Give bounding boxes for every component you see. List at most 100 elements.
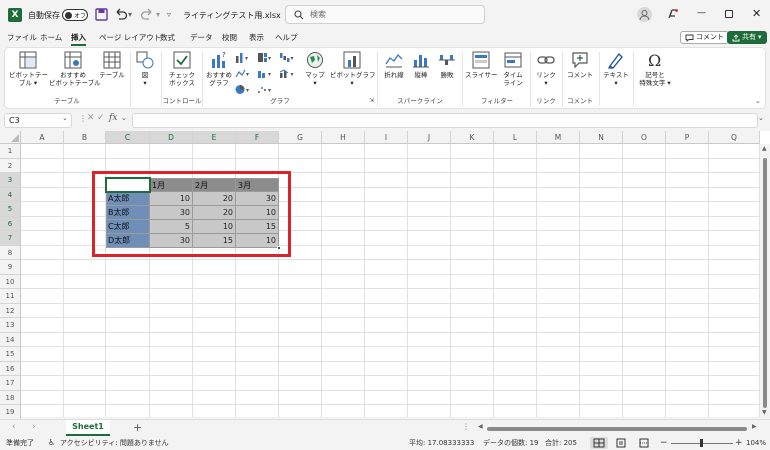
column-header[interactable]: I	[365, 131, 408, 144]
column-header[interactable]: J	[408, 131, 451, 144]
scroll-down-icon[interactable]: ▼	[762, 409, 767, 416]
menu-insert[interactable]: 挿入	[71, 30, 86, 46]
scroll-up-icon[interactable]: ▲	[762, 145, 767, 152]
menu-formulas[interactable]: 数式	[160, 30, 175, 46]
row-header[interactable]: 6	[0, 216, 21, 231]
avatar[interactable]	[637, 7, 652, 22]
menu-data[interactable]: データ	[190, 30, 213, 46]
accessibility-status[interactable]: アクセシビリティ: 問題ありません	[60, 436, 169, 450]
column-header[interactable]: G	[279, 131, 322, 144]
pivot-table-button[interactable]: ピボットテー ブル ▾	[9, 51, 48, 87]
timeline-button[interactable]: タイム ライン	[499, 51, 527, 87]
sparkline-column-button[interactable]: 縦棒	[409, 51, 433, 79]
row-header[interactable]: 14	[0, 332, 21, 347]
recommended-chart-button[interactable]: ? おすすめ グラフ	[204, 51, 234, 87]
comments-button[interactable]: コメント	[680, 31, 729, 44]
expand-formula-icon[interactable]: ⌄	[758, 114, 764, 122]
redo-icon[interactable]	[140, 8, 154, 21]
prev-sheet-icon[interactable]: ‹	[12, 422, 16, 432]
column-header[interactable]: M	[537, 131, 580, 144]
charts-dialog-launcher-icon[interactable]: ⇲	[369, 97, 374, 104]
row-header[interactable]: 17	[0, 376, 21, 391]
statistic-chart-icon[interactable]: ▾	[257, 68, 273, 79]
menu-home[interactable]: ホーム	[40, 30, 62, 46]
menu-help[interactable]: ヘルプ	[275, 30, 298, 46]
menu-review[interactable]: 校閲	[222, 30, 237, 46]
slicer-button[interactable]: スライサー	[465, 51, 498, 79]
line-chart-icon[interactable]: ▾	[235, 68, 251, 79]
row-header[interactable]: 7	[0, 231, 21, 246]
page-layout-view-icon[interactable]	[615, 437, 627, 449]
illustrations-button[interactable]: 図 ▾	[133, 51, 157, 87]
map-button[interactable]: マップ ▾	[301, 51, 329, 87]
row-header[interactable]: 15	[0, 347, 21, 362]
pie-chart-icon[interactable]: ▾	[235, 84, 251, 95]
close-icon[interactable]: ✕	[752, 7, 761, 20]
collapse-ribbon-icon[interactable]: ⌄	[755, 97, 761, 105]
count-value[interactable]: データの個数: 19	[483, 436, 539, 450]
normal-view-icon[interactable]	[590, 437, 608, 449]
link-button[interactable]: リンク ▾	[532, 51, 560, 87]
select-all-corner[interactable]	[0, 131, 21, 144]
waterfall-chart-icon[interactable]: ▾	[279, 52, 295, 63]
filename[interactable]: ライティングテスト用.xlsx	[183, 10, 281, 21]
formula-input[interactable]	[132, 113, 758, 128]
row-header[interactable]: 10	[0, 274, 21, 289]
more-options-icon[interactable]: ⋮	[79, 114, 87, 123]
add-sheet-button[interactable]: +	[133, 421, 142, 434]
worksheet-grid[interactable]: ABCDEFGHIJKLMNOPQ 1 2 3 4 5 6 7 8 9 10 11 12 13 14 15 1…	[0, 131, 770, 420]
search-input[interactable]: 検索	[285, 5, 485, 24]
scroll-right-icon[interactable]: ▶	[752, 423, 757, 430]
scroll-left-icon[interactable]: ◀	[478, 423, 483, 430]
zoom-level[interactable]: 104%	[746, 436, 766, 450]
zoom-slider-thumb[interactable]	[700, 439, 703, 447]
column-header[interactable]: N	[580, 131, 623, 144]
sheet-tab-sheet1[interactable]: Sheet1	[66, 420, 110, 436]
sparkline-winloss-button[interactable]: 勝敗	[435, 51, 459, 79]
filename-chevron-icon[interactable]: ⌄	[257, 10, 264, 19]
hierarchy-chart-icon[interactable]: ▾	[257, 52, 273, 63]
row-header[interactable]: 4	[0, 187, 21, 202]
menu-file[interactable]: ファイル	[7, 30, 37, 46]
column-header[interactable]: H	[322, 131, 365, 144]
row-header[interactable]: 18	[0, 390, 21, 405]
menu-page-layout[interactable]: ページ レイアウト	[99, 30, 161, 46]
vertical-scroll-thumb[interactable]	[763, 158, 767, 408]
column-header[interactable]: A	[21, 131, 64, 144]
column-header[interactable]: Q	[709, 131, 760, 144]
accessibility-icon[interactable]: ♿	[48, 436, 55, 450]
row-header[interactable]: 9	[0, 260, 21, 275]
next-sheet-icon[interactable]: ›	[32, 422, 36, 432]
column-chart-icon[interactable]: ▾	[235, 52, 251, 63]
row-header[interactable]: 19	[0, 405, 21, 420]
restore-icon[interactable]	[725, 10, 733, 18]
text-button[interactable]: テキスト ▾	[601, 51, 631, 87]
undo-icon[interactable]	[114, 8, 128, 21]
column-header[interactable]: O	[623, 131, 666, 144]
row-header[interactable]: 3	[0, 173, 21, 188]
scatter-chart-icon[interactable]: ▾	[257, 84, 273, 95]
column-header[interactable]: F	[236, 131, 279, 144]
share-button[interactable]: 共有 ▾	[727, 31, 767, 44]
column-header[interactable]: L	[494, 131, 537, 144]
save-icon[interactable]	[95, 8, 108, 21]
name-box-chevron-icon[interactable]: ⌄	[62, 114, 68, 122]
horizontal-scroll-thumb[interactable]	[487, 427, 747, 431]
row-header[interactable]: 11	[0, 289, 21, 304]
pivot-chart-button[interactable]: ピボットグラフ ▾	[330, 51, 376, 87]
column-header[interactable]: C	[106, 131, 150, 144]
row-header[interactable]: 2	[0, 158, 21, 173]
customize-toolbar-icon[interactable]: ▿	[167, 10, 171, 19]
sum-value[interactable]: 合計: 205	[545, 436, 577, 450]
symbol-button[interactable]: Ω 記号と 特殊文字 ▾	[635, 51, 675, 87]
minimize-icon[interactable]: —	[697, 8, 706, 18]
row-header[interactable]: 16	[0, 361, 21, 376]
checkbox-button[interactable]: チェック ボックス	[165, 51, 199, 87]
tab-split-handle-icon[interactable]: ⋮	[462, 422, 470, 431]
row-header[interactable]: 13	[0, 318, 21, 333]
undo-dropdown-icon[interactable]: ▾	[128, 10, 132, 19]
table-button[interactable]: テーブル	[97, 51, 127, 79]
row-header[interactable]: 12	[0, 303, 21, 318]
column-header[interactable]: P	[666, 131, 709, 144]
sparkline-line-button[interactable]: 折れ線	[379, 51, 409, 79]
